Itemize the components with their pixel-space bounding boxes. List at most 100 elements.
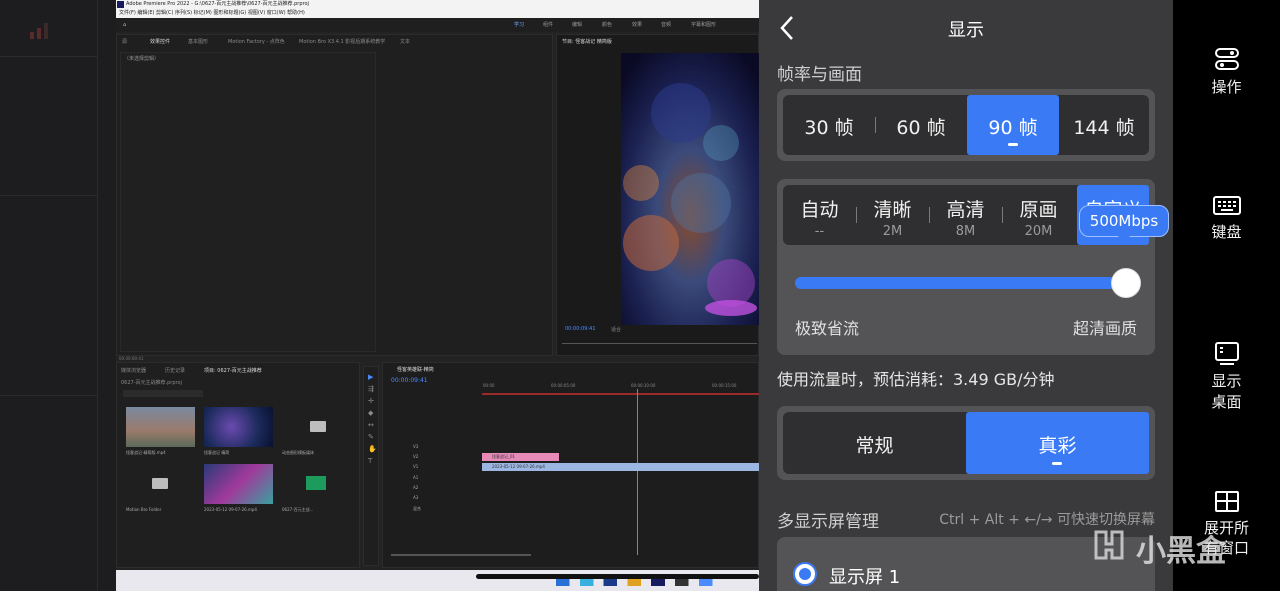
bin-thumb-2[interactable] [204, 407, 273, 447]
bin-label-1: 怪客战记-精简版.mp4 [126, 450, 166, 455]
fps-section: 30 帧 60 帧 90 帧 144 帧 [777, 89, 1155, 161]
color-mode-segment: 常规 真彩 [783, 412, 1149, 474]
bin-thumb-3[interactable] [282, 407, 351, 447]
tab-motion-factory[interactable]: Motion Factory - 点阵色 [228, 38, 285, 45]
pen-tool-icon[interactable]: ✎ [368, 433, 374, 441]
work-area-bar[interactable] [482, 393, 759, 395]
ruler-1: 00:00:05:00 [551, 383, 576, 388]
quality-section: 自动 -- 清晰 2M 高清 8M 原画 20M 自定义 500Mbps [777, 179, 1169, 355]
slip-tool-icon[interactable]: ↔ [368, 421, 374, 429]
clip-blue[interactable]: 2023-05-12 09-07-26.mp4 [482, 463, 759, 471]
tab-project[interactable]: 项目: 0627-百元主战推荐 [204, 367, 262, 374]
bin-thumb-4[interactable] [126, 464, 195, 504]
color-mode-truecolor[interactable]: 真彩 [966, 412, 1149, 474]
ruler-3: 00:00:15:00 [712, 383, 737, 388]
fps-144[interactable]: 144 帧 [1059, 113, 1149, 140]
fit-dropdown[interactable]: 适合 [611, 326, 621, 333]
slider-max-label: 超清画质 [1072, 319, 1137, 338]
heybox-logo-icon [1094, 530, 1124, 560]
fps-30[interactable]: 30 帧 [783, 113, 875, 140]
bin-thumb-1[interactable] [126, 407, 195, 447]
tab-motion-bro[interactable]: Motion Bro X3.4.1 影视后期系统教学 [299, 38, 385, 45]
effect-controls-panel: 源 效果控件 基本图形 Motion Factory - 点阵色 Motion … [116, 34, 553, 361]
watermark-text: 小黑盒 [1136, 534, 1226, 569]
project-panel: 媒体浏览器 历史记录 项目: 0627-百元主战推荐 0627-百元主战推荐.p… [116, 362, 360, 568]
color-mode-section: 常规 真彩 [777, 406, 1155, 480]
track-v3: V3 [413, 444, 419, 449]
bin-label-6: 0627-百元主战... [282, 507, 314, 512]
left-strip [0, 0, 116, 591]
bin-label-4: Motion Bro Folder [126, 507, 162, 512]
playhead[interactable] [637, 389, 638, 555]
track-mix: 混合 [413, 506, 421, 511]
project-search-input[interactable] [123, 390, 203, 397]
quality-original[interactable]: 原画 20M [1002, 195, 1075, 239]
app-logo-icon [117, 1, 124, 8]
quality-auto[interactable]: 自动 -- [783, 195, 856, 239]
program-scrubber[interactable] [562, 343, 757, 344]
razor-tool-icon[interactable]: ◆ [368, 409, 373, 417]
type-tool-icon[interactable]: T [368, 457, 372, 465]
tab-media-browser[interactable]: 媒体浏览器 [121, 367, 146, 374]
side-toolbar: 操作 键盘 显示 桌面 展开所 有窗口 [1173, 0, 1280, 591]
folder-icon [310, 421, 326, 432]
color-mode-normal[interactable]: 常规 [783, 431, 966, 458]
workspace-color[interactable]: 颜色 [602, 18, 612, 32]
home-indicator[interactable] [476, 574, 759, 579]
tab-essential-graphics[interactable]: 基本图形 [188, 38, 208, 45]
no-clip-label: （未选择剪辑） [124, 56, 160, 62]
timeline-timecode: 00:00:09:41 [391, 377, 428, 384]
timeline-tab[interactable]: 怪客英雄联-精简 [397, 366, 434, 373]
tab-text[interactable]: 文本 [400, 38, 410, 45]
tool-show-desktop[interactable]: 显示 桌面 [1173, 341, 1280, 413]
bin-thumb-5[interactable] [204, 464, 273, 504]
folder-icon [152, 478, 168, 489]
ripple-tool-icon[interactable]: ✛ [368, 397, 374, 405]
selection-tool-icon[interactable]: ▶ [368, 373, 373, 381]
workspace-learn[interactable]: 学习 [514, 18, 524, 32]
tool-keyboard[interactable]: 键盘 [1173, 195, 1280, 242]
tab-history[interactable]: 历史记录 [165, 367, 185, 374]
usage-estimate: 使用流量时，预估消耗：3.49 GB/分钟 [777, 370, 1055, 389]
menu-bar[interactable]: 文件(F) 编辑(E) 剪辑(C) 序列(S) 标记(M) 图形和标题(G) 视… [116, 9, 759, 18]
workspace-effects[interactable]: 效果 [632, 18, 642, 32]
fps-60[interactable]: 60 帧 [875, 113, 967, 140]
track-v2: V2 [413, 454, 419, 459]
program-tab[interactable]: 节目: 怪客战记 精简版 [562, 38, 612, 45]
hand-tool-icon[interactable]: ✋ [368, 445, 377, 453]
screen-1-radio[interactable] [795, 564, 815, 584]
tool-operate[interactable]: 操作 [1173, 46, 1280, 97]
home-icon[interactable]: ⌂ [123, 18, 126, 32]
keyboard-icon [1212, 196, 1241, 215]
tab-source[interactable]: 源 [122, 38, 127, 45]
ruler-2: 00:00:10:00 [631, 383, 656, 388]
workspace-audio[interactable]: 音频 [661, 18, 671, 32]
tab-effect-controls[interactable]: 效果控件 [150, 38, 170, 45]
workspace-assembly[interactable]: 组件 [543, 18, 553, 32]
fps-segment: 30 帧 60 帧 90 帧 144 帧 [783, 95, 1149, 155]
bitrate-tooltip: 500Mbps [1079, 205, 1169, 237]
bitrate-tooltip-arrow [1118, 236, 1130, 242]
multi-screen-title: 多显示屏管理 [777, 512, 879, 532]
selected-indicator [1052, 462, 1062, 465]
quality-clear[interactable]: 清晰 2M [856, 195, 929, 239]
track-select-tool-icon[interactable]: ⇶ [368, 385, 374, 393]
fps-90[interactable]: 90 帧 [967, 95, 1059, 155]
clip-pink[interactable]: 怪客战记_01 [482, 453, 559, 461]
timeline-scrollbar[interactable] [391, 554, 531, 556]
show-desktop-label: 显示 桌面 [1211, 372, 1242, 411]
audio-wave-icon [306, 476, 326, 490]
bin-thumb-6[interactable] [282, 464, 351, 504]
program-timecode: 00:00:09:41 [565, 326, 596, 332]
quality-hd[interactable]: 高清 8M [929, 195, 1002, 239]
window-title: Adobe Premiere Pro 2022 - G:\0627-百元主战推荐… [116, 0, 759, 9]
bitrate-slider-knob[interactable] [1111, 268, 1141, 298]
bitrate-slider-track[interactable] [795, 277, 1129, 289]
workspace-graphics[interactable]: 字幕和图形 [691, 18, 716, 32]
track-v1: V1 [413, 464, 419, 469]
screen-1-label[interactable]: 显示屏 1 [829, 563, 900, 589]
windows-grid-icon [1214, 491, 1239, 512]
workspace-edit[interactable]: 编辑 [572, 18, 582, 32]
controller-icon [1214, 48, 1239, 70]
track-a1: A1 [413, 475, 419, 480]
